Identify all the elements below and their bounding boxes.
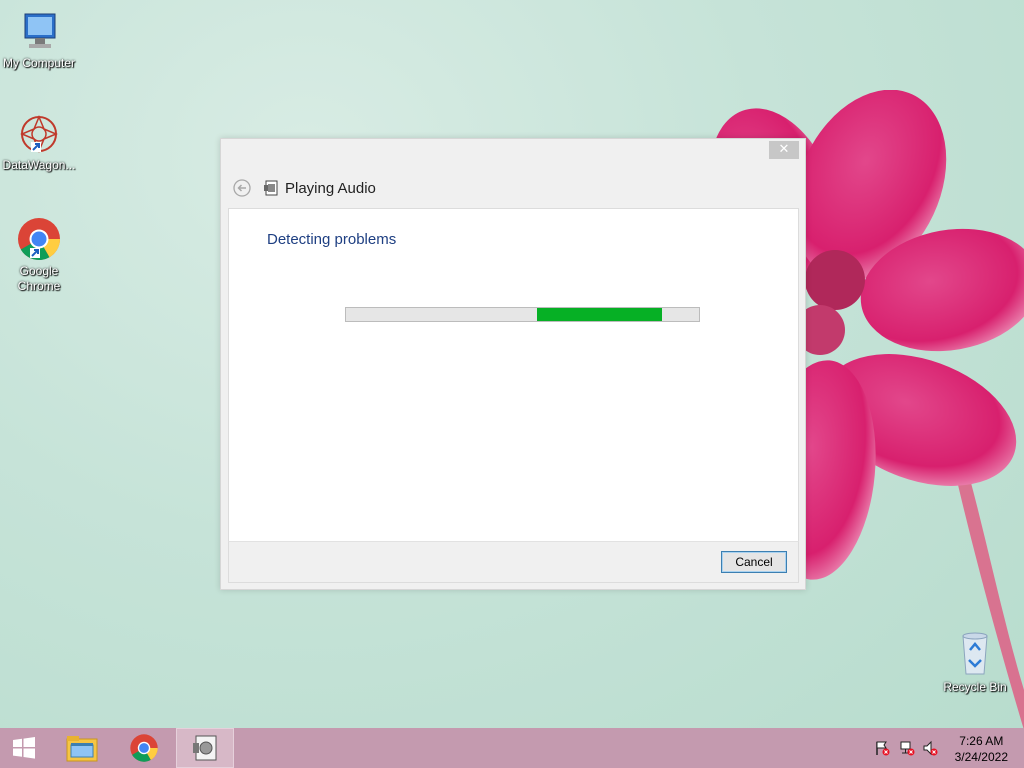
- network-icon[interactable]: [899, 740, 915, 756]
- desktop-icon-datawagon[interactable]: DataWagon...: [0, 112, 78, 173]
- close-button[interactable]: ✕: [769, 141, 799, 159]
- progress-bar: [345, 307, 700, 322]
- status-heading: Detecting problems: [267, 231, 397, 248]
- recycle-bin-icon: [962, 632, 988, 675]
- start-icon: [13, 737, 35, 759]
- taskbar-file-explorer[interactable]: [54, 728, 110, 768]
- back-arrow-icon[interactable]: [233, 179, 251, 197]
- desktop-icon-recycle-bin[interactable]: Recycle Bin: [936, 630, 1014, 695]
- dialog-content: Detecting problems: [228, 208, 799, 541]
- desktop-icon-label: Recycle Bin: [943, 680, 1007, 694]
- dialog-title: Playing Audio: [285, 179, 376, 197]
- cancel-button[interactable]: Cancel: [721, 551, 787, 573]
- desktop-icon-my-computer[interactable]: My Computer: [0, 10, 78, 71]
- taskbar: 7:26 AM 3/24/2022: [0, 728, 1024, 768]
- dialog-header: Playing Audio: [233, 177, 376, 199]
- action-center-flag-icon[interactable]: [874, 740, 890, 756]
- desktop-icon-label: DataWagon...: [2, 158, 76, 172]
- volume-muted-icon[interactable]: [922, 740, 938, 756]
- file-explorer-icon: [66, 736, 98, 762]
- desktop-icon-google-chrome[interactable]: Google Chrome: [0, 216, 78, 294]
- troubleshooter-icon: [264, 180, 278, 196]
- taskbar-troubleshooter[interactable]: [176, 728, 234, 768]
- computer-icon: [24, 13, 56, 48]
- dialog-footer: Cancel: [228, 541, 799, 583]
- taskbar-chrome[interactable]: [116, 728, 172, 768]
- troubleshooter-icon: [193, 735, 217, 761]
- troubleshooter-dialog: ✕ Playing Audio Detecting problems Cance…: [220, 138, 806, 590]
- clock-time: 7:26 AM: [959, 734, 1004, 748]
- datawagon-icon: [20, 115, 58, 153]
- desktop-icon-label: Google Chrome: [17, 264, 61, 293]
- start-button[interactable]: [0, 728, 48, 768]
- progress-fill: [536, 308, 662, 321]
- clock-date: 3/24/2022: [954, 750, 1008, 764]
- chrome-icon: [18, 218, 61, 261]
- desktop-icon-label: My Computer: [2, 56, 76, 70]
- taskbar-clock[interactable]: 7:26 AM 3/24/2022: [955, 733, 1008, 765]
- chrome-icon: [130, 734, 158, 762]
